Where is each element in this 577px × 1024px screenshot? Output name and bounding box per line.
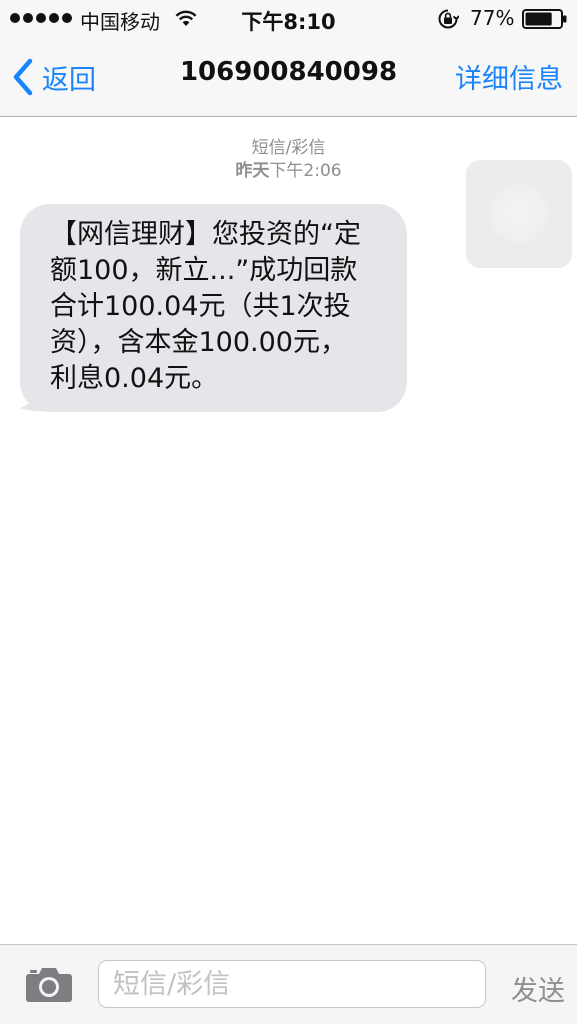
compose-bar: 发送 <box>0 944 577 1024</box>
messages-screen: 中国移动 下午8:10 77% 返回 106900840098 详细信息 短信/… <box>0 0 577 1024</box>
battery-percentage: 77% <box>470 6 515 30</box>
send-button[interactable]: 发送 <box>511 969 565 1008</box>
avatar-placeholder-icon <box>488 182 550 244</box>
message-line: 资），含本金100.00元， <box>50 327 347 358</box>
battery-icon <box>522 9 567 29</box>
top-bar: 中国移动 下午8:10 77% 返回 106900840098 详细信息 <box>0 0 577 117</box>
chevron-left-icon <box>13 58 33 96</box>
incoming-message[interactable]: 【网信理财】您投资的“定 额100，新立...”成功回款 合计100.04元（共… <box>20 204 407 412</box>
timestamp-time: 下午2:06 <box>269 161 342 181</box>
contact-avatar[interactable] <box>466 160 572 268</box>
back-label: 返回 <box>42 64 96 96</box>
timestamp-day: 昨天 <box>235 161 270 181</box>
message-line: 额100，新立...”成功回款 <box>50 255 358 286</box>
rotation-lock-icon <box>438 9 459 29</box>
navigation-bar: 返回 106900840098 详细信息 <box>0 38 577 116</box>
back-button[interactable]: 返回 <box>12 55 96 99</box>
message-type-label: 短信/彩信 <box>251 138 326 158</box>
message-line: 【网信理财】您投资的“定 <box>50 219 361 250</box>
status-bar: 中国移动 下午8:10 77% <box>0 0 577 38</box>
details-button[interactable]: 详细信息 <box>455 57 563 96</box>
message-line: 合计100.04元（共1次投 <box>50 291 351 322</box>
message-line: 利息0.04元。 <box>50 363 219 394</box>
message-input[interactable] <box>98 960 486 1008</box>
message-bubble[interactable]: 【网信理财】您投资的“定 额100，新立...”成功回款 合计100.04元（共… <box>20 204 407 412</box>
camera-icon[interactable] <box>25 965 73 1003</box>
message-thread[interactable]: 短信/彩信 昨天下午2:06 【网信理财】您投资的“定 额100，新立...”成… <box>0 117 577 944</box>
